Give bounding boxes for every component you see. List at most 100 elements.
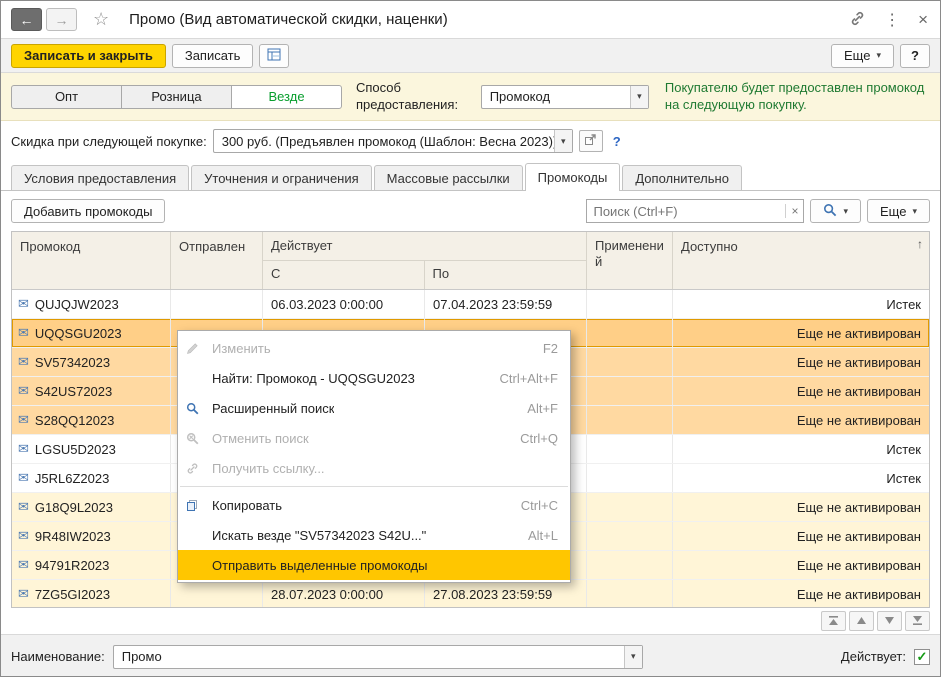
cell-available: Истек (886, 296, 921, 312)
cell-available: Еще не активирован (796, 325, 921, 341)
header-available[interactable]: Доступно ↑ (673, 232, 929, 289)
cell-available: Еще не активирован (796, 528, 921, 544)
provision-band: Опт Розница Везде Способ предоставления:… (1, 73, 940, 121)
header-applied[interactable]: Применений (587, 232, 673, 289)
open-link-button[interactable] (578, 130, 603, 152)
cell-from: 06.03.2023 0:00:00 (263, 290, 425, 318)
go-down-button[interactable] (877, 611, 902, 631)
segment-vezde[interactable]: Везде (231, 84, 342, 109)
link-icon[interactable] (849, 10, 866, 30)
cell-applied (587, 290, 673, 318)
cell-code: ✉ UQQSGU2023 (12, 319, 171, 347)
search-input[interactable] (587, 203, 786, 219)
cell-code: ✉ SV57342023 (12, 348, 171, 376)
header-to[interactable]: По (425, 261, 587, 289)
chevron-down-icon: ▾ (912, 205, 917, 216)
more-button-top[interactable]: Еще ▾ (831, 43, 894, 68)
menu-item-shortcut: F2 (542, 340, 558, 356)
go-bottom-button[interactable] (905, 611, 930, 631)
cell-applied (587, 464, 673, 492)
search-field: × (586, 199, 805, 223)
envelope-icon: ✉ (18, 441, 29, 456)
go-top-button[interactable] (821, 611, 846, 631)
name-input[interactable] (113, 649, 624, 664)
search-icon (186, 402, 212, 415)
back-button[interactable]: ← (11, 8, 42, 31)
go-top-icon (828, 614, 839, 629)
more-button-list[interactable]: Еще ▾ (867, 199, 930, 223)
menu-item-edit: Изменить F2 (178, 333, 570, 363)
active-checkbox[interactable]: ✓ (914, 648, 930, 665)
help-button[interactable]: ? (900, 43, 930, 68)
header-from[interactable]: С (263, 261, 425, 289)
pencil-icon (186, 342, 212, 355)
menu-item-search-everywhere[interactable]: Искать везде "SV57342023 S42U..." Alt+L (178, 520, 570, 550)
cell-applied (587, 580, 673, 607)
header-code[interactable]: Промокод (12, 232, 171, 289)
table-row[interactable]: ✉ QUJQJW2023 06.03.2023 0:00:00 07.04.202… (12, 290, 929, 319)
back-arrow-icon: ← (19, 11, 34, 28)
table-header: Промокод Отправлен Действует С По Примен… (12, 232, 929, 290)
tab-utochneniya[interactable]: Уточнения и ограничения (191, 165, 372, 190)
context-menu: Изменить F2 Найти: Промокод - UQQSGU2023… (177, 330, 571, 583)
go-up-button[interactable] (849, 611, 874, 631)
cell-code: ✉ G18Q9L2023 (12, 493, 171, 521)
close-icon[interactable]: × (918, 10, 928, 30)
cell-code: ✉ 9R48IW2023 (12, 522, 171, 550)
chevron-down-icon[interactable]: ▾ (629, 85, 648, 108)
menu-item-copy[interactable]: Копировать Ctrl+C (178, 490, 570, 520)
method-combo[interactable]: Промокод ▾ (480, 84, 649, 109)
forward-button[interactable]: → (46, 8, 77, 31)
envelope-icon: ✉ (18, 325, 29, 340)
app-window: ← → ☆ Промо (Вид автоматической скидки, … (0, 0, 941, 677)
promo-code-text: UQQSGU2023 (34, 325, 122, 341)
cell-applied (587, 522, 673, 550)
tab-promokody[interactable]: Промокоды (524, 163, 621, 191)
table-row[interactable]: ✉ 7ZG5GI2023 28.07.2023 0:00:00 27.08.202… (12, 580, 929, 607)
save-and-close-button[interactable]: Записать и закрыть (11, 43, 166, 68)
cell-applied (587, 435, 673, 463)
save-button[interactable]: Записать (171, 43, 254, 68)
tab-dopolnitelno[interactable]: Дополнительно (622, 165, 742, 190)
menu-item-find[interactable]: Найти: Промокод - UQQSGU2023 Ctrl+Alt+F (178, 363, 570, 393)
kebab-menu-icon[interactable]: ⋮ (884, 10, 900, 30)
cell-applied (587, 377, 673, 405)
envelope-icon: ✉ (18, 412, 29, 427)
tab-rassylki[interactable]: Массовые рассылки (373, 165, 523, 190)
add-promocodes-button[interactable]: Добавить промокоды (11, 199, 166, 223)
cell-available: Еще не активирован (796, 586, 921, 602)
menu-item-label: Расширенный поиск (212, 400, 335, 416)
header-sent[interactable]: Отправлен (171, 232, 263, 289)
clear-search-icon[interactable]: × (785, 204, 803, 218)
chevron-down-icon[interactable]: ▾ (623, 645, 642, 668)
menu-item-shortcut: Ctrl+Q (520, 430, 558, 446)
report-icon (267, 48, 281, 64)
chevron-down-icon[interactable]: ▾ (553, 130, 572, 152)
promo-code-text: S28QQ12023 (34, 412, 115, 428)
menu-item-label: Искать везде "SV57342023 S42U..." (212, 527, 427, 543)
bottom-bar: Наименование: ▾ Действует: ✓ (1, 634, 940, 676)
next-purchase-combo[interactable]: 300 руб. (Предъявлен промокод (Шаблон: В… (212, 129, 573, 153)
cell-to: 27.08.2023 23:59:59 (425, 580, 587, 607)
cell-to: 07.04.2023 23:59:59 (425, 290, 587, 318)
cell-applied (587, 348, 673, 376)
next-purchase-row: Скидка при следующей покупке: 300 руб. (… (1, 121, 940, 161)
menu-item-shortcut: Ctrl+C (520, 497, 558, 513)
field-help-link[interactable]: ? (613, 134, 621, 149)
name-combo: ▾ (112, 644, 643, 669)
cell-sent (171, 290, 263, 318)
cell-sent (171, 580, 263, 607)
menu-item-advanced-search[interactable]: Расширенный поиск Alt+F (178, 393, 570, 423)
tab-usloviya[interactable]: Условия предоставления (11, 165, 190, 190)
favorite-star-icon[interactable]: ☆ (93, 9, 109, 30)
report-structure-button[interactable] (259, 43, 290, 68)
search-options-button[interactable]: ▾ (810, 199, 862, 223)
envelope-icon: ✉ (18, 499, 29, 514)
segment-opt[interactable]: Опт (11, 84, 122, 109)
promo-code-text: J5RL6Z2023 (34, 470, 110, 486)
promo-code-text: 9R48IW2023 (34, 528, 111, 544)
menu-item-send-selected-promocodes[interactable]: Отправить выделенные промокоды (178, 550, 570, 580)
segment-roznitsa[interactable]: Розница (121, 84, 232, 109)
method-hint: Покупателю будет предоставлен промокод н… (664, 79, 925, 112)
header-valid[interactable]: Действует (263, 232, 586, 261)
